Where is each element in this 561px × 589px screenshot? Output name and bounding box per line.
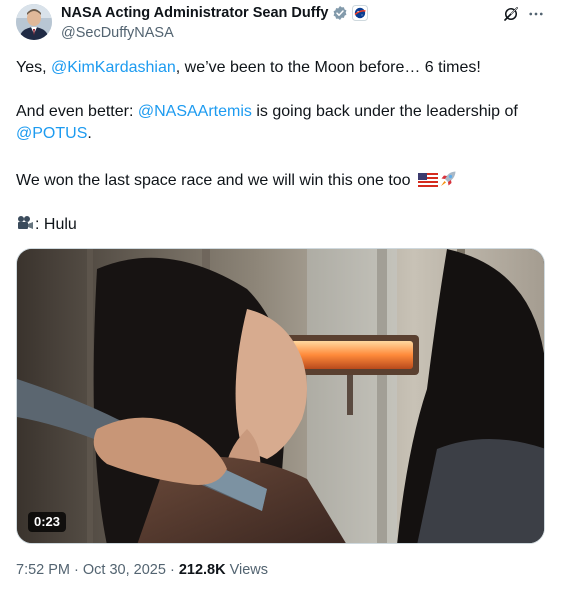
verified-badge-icon[interactable]	[332, 5, 348, 21]
name-row: NASA Acting Administrator Sean Duffy	[61, 4, 369, 22]
video-player[interactable]	[16, 248, 545, 544]
tweet-meta: 7:52 PM · Oct 30, 2025 · 212.8K Views	[16, 562, 268, 578]
mention-link-kimkardashian[interactable]: @KimKardashian	[51, 59, 176, 76]
tweet: NASA Acting Administrator Sean Duffy @Se…	[0, 0, 561, 589]
nasa-affiliation-icon[interactable]	[352, 5, 369, 21]
mention-link-potus[interactable]: @POTUS	[16, 125, 87, 142]
credit-line: : Hulu	[16, 214, 546, 236]
tweet-line-2: And even better: @NASAArtemis is going b…	[16, 101, 546, 123]
avatar-image	[16, 4, 52, 40]
author-block: NASA Acting Administrator Sean Duffy @Se…	[61, 4, 369, 41]
tweet-line-1: Yes, @KimKardashian, we’ve been to the M…	[16, 57, 546, 79]
author-handle[interactable]: @SecDuffyNASA	[61, 25, 368, 41]
tweet-text: Yes,	[16, 59, 51, 76]
rocket-emoji	[438, 169, 458, 189]
tweet-text: is going back under the leadership of	[251, 103, 518, 120]
tweet-line-3: @POTUS.	[16, 123, 546, 145]
tweet-date[interactable]: Oct 30, 2025	[83, 562, 166, 578]
meta-separator: ·	[70, 562, 83, 578]
tweet-text: And even better:	[16, 103, 138, 120]
avatar[interactable]	[16, 4, 52, 40]
views-label: Views	[225, 562, 269, 578]
video-thumbnail	[17, 249, 544, 543]
tweet-text: We won the last space race and we will w…	[16, 172, 411, 189]
us-flag-emoji	[418, 172, 439, 187]
video-duration: 0:23	[28, 512, 67, 532]
tweet-line-4: We won the last space race and we will w…	[16, 169, 546, 192]
mention-link-nasaartemis[interactable]: @NASAArtemis	[138, 103, 252, 120]
views-count[interactable]: 212.8K	[179, 562, 226, 578]
movie-camera-emoji	[16, 215, 34, 231]
credit-text: : Hulu	[35, 216, 77, 233]
more-icon[interactable]	[526, 4, 546, 24]
tweet-text: , we’ve been to the Moon before… 6 times…	[175, 59, 481, 76]
tweet-time[interactable]: 7:52 PM	[16, 562, 70, 578]
tweet-text: .	[87, 125, 92, 142]
meta-separator: ·	[165, 562, 179, 578]
display-name[interactable]: NASA Acting Administrator Sean Duffy	[61, 5, 328, 21]
grok-icon[interactable]	[501, 4, 521, 24]
